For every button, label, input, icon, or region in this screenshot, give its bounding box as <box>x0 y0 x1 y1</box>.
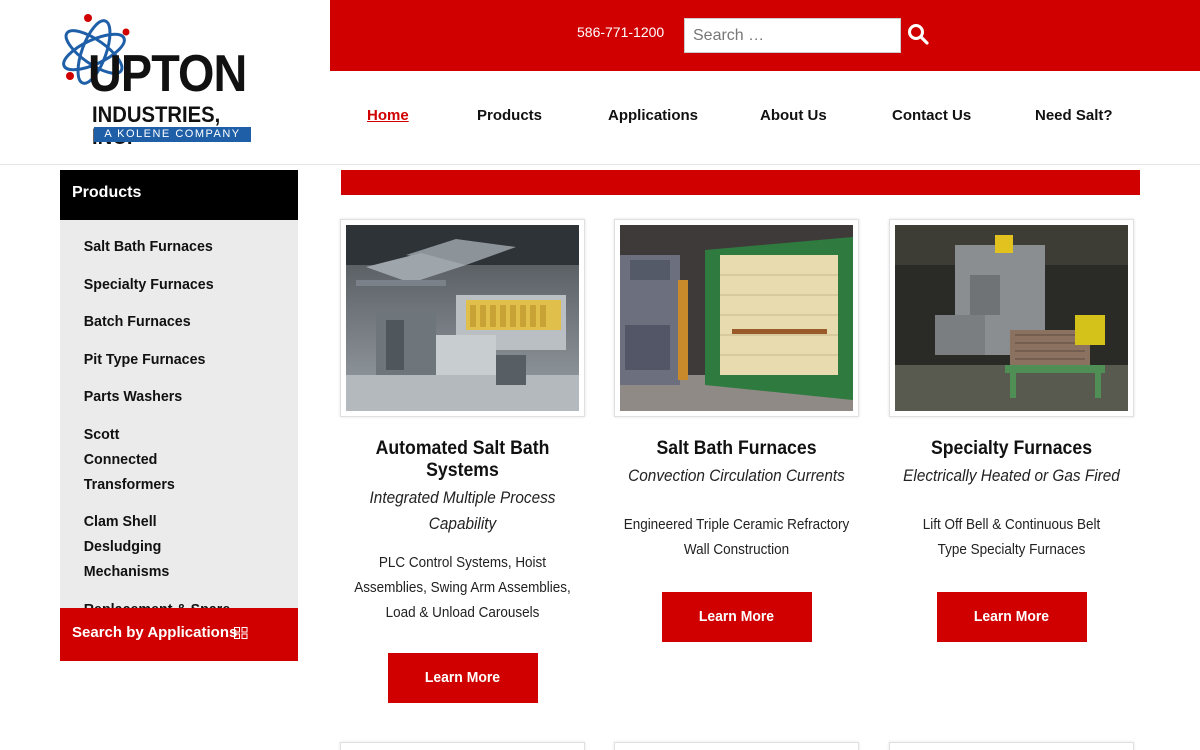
products-sidebar: Products Salt Bath Furnaces Specialty Fu… <box>60 170 298 661</box>
product-card-salt-bath-furnaces: Salt Bath Furnaces Convection Circulatio… <box>614 219 859 642</box>
nav-need-salt[interactable]: Need Salt? <box>1035 107 1113 124</box>
site-logo[interactable]: UPTON INDUSTRIES, INC. A KOLENE COMPANY <box>58 12 258 148</box>
learn-more-button[interactable]: Learn More <box>661 592 812 642</box>
product-image-specialty-furnaces[interactable] <box>889 219 1134 417</box>
card-title: Salt Bath Furnaces <box>656 438 817 459</box>
sidebar-item-batch-furnaces[interactable]: Batch Furnaces <box>60 309 286 334</box>
sidebar-list: Salt Bath Furnaces Specialty Furnaces Ba… <box>60 220 298 643</box>
card-description: Engineered Triple Ceramic Refractory Wal… <box>623 517 850 558</box>
card-subtitle: Convection Circulation Currents <box>628 467 845 485</box>
main-navigation: Home Products Applications About Us Cont… <box>330 71 1200 164</box>
brand-tagline: A KOLENE COMPANY <box>94 127 251 142</box>
search-by-applications-button[interactable]: Search by Applications <box>60 608 298 661</box>
product-card-next-row <box>340 742 585 750</box>
learn-more-label: Learn More <box>973 608 1050 625</box>
search-input[interactable] <box>684 18 901 53</box>
grid-icon <box>234 627 248 639</box>
sidebar-item-salt-bath-furnaces[interactable]: Salt Bath Furnaces <box>60 234 286 259</box>
card-subtitle: Electrically Heated or Gas Fired <box>903 467 1120 485</box>
card-subtitle: Integrated Multiple Process Capability <box>369 489 556 533</box>
sidebar-title: Products <box>60 170 298 220</box>
logo-area: UPTON INDUSTRIES, INC. A KOLENE COMPANY <box>0 0 330 165</box>
search-by-applications-label: Search by Applications <box>72 624 238 641</box>
product-card-next-row <box>614 742 859 750</box>
sidebar-item-scott-connected-transformers[interactable]: Scott Connected Transformers <box>60 422 203 497</box>
card-title: Specialty Furnaces <box>930 438 1093 459</box>
search-button[interactable] <box>906 22 932 48</box>
product-image-automated-salt-bath-photo <box>346 225 579 411</box>
learn-more-button[interactable]: Learn More <box>936 592 1087 642</box>
sidebar-item-pit-type-furnaces[interactable]: Pit Type Furnaces <box>60 347 286 372</box>
search-icon <box>908 24 929 45</box>
brand-name: UPTON <box>88 45 247 103</box>
nav-home[interactable]: Home <box>367 107 409 124</box>
card-description: Lift Off Bell & Continuous Belt Type Spe… <box>922 517 1101 558</box>
sidebar-item-parts-washers[interactable]: Parts Washers <box>60 384 286 409</box>
learn-more-label: Learn More <box>698 608 775 625</box>
product-image-automated-salt-bath[interactable] <box>340 219 585 417</box>
sidebar-item-specialty-furnaces[interactable]: Specialty Furnaces <box>60 272 286 297</box>
product-image-specialty-furnaces-photo <box>895 225 1128 411</box>
product-image-salt-bath-furnaces[interactable] <box>614 219 859 417</box>
nav-products[interactable]: Products <box>477 107 542 124</box>
learn-more-label: Learn More <box>424 669 501 686</box>
learn-more-button[interactable]: Learn More <box>387 653 538 703</box>
phone-number[interactable]: 586-771-1200 <box>577 24 664 40</box>
product-card-automated-salt-bath: Automated Salt Bath Systems Integrated M… <box>340 219 585 703</box>
product-image-salt-bath-furnaces-photo <box>620 225 853 411</box>
product-card-specialty-furnaces: Specialty Furnaces Electrically Heated o… <box>889 219 1134 642</box>
nav-contact-us[interactable]: Contact Us <box>892 107 971 124</box>
header-divider <box>0 164 1200 165</box>
nav-applications[interactable]: Applications <box>608 107 698 124</box>
card-description: PLC Control Systems, Hoist Assemblies, S… <box>354 555 571 621</box>
red-banner <box>341 170 1140 195</box>
product-card-next-row <box>889 742 1134 750</box>
card-title: Automated Salt Bath Systems <box>375 438 550 481</box>
sidebar-item-clam-shell-desludging[interactable]: Clam Shell Desludging Mechanisms <box>60 509 241 584</box>
top-bar: 586-771-1200 <box>330 0 1200 71</box>
nav-about-us[interactable]: About Us <box>760 107 827 124</box>
